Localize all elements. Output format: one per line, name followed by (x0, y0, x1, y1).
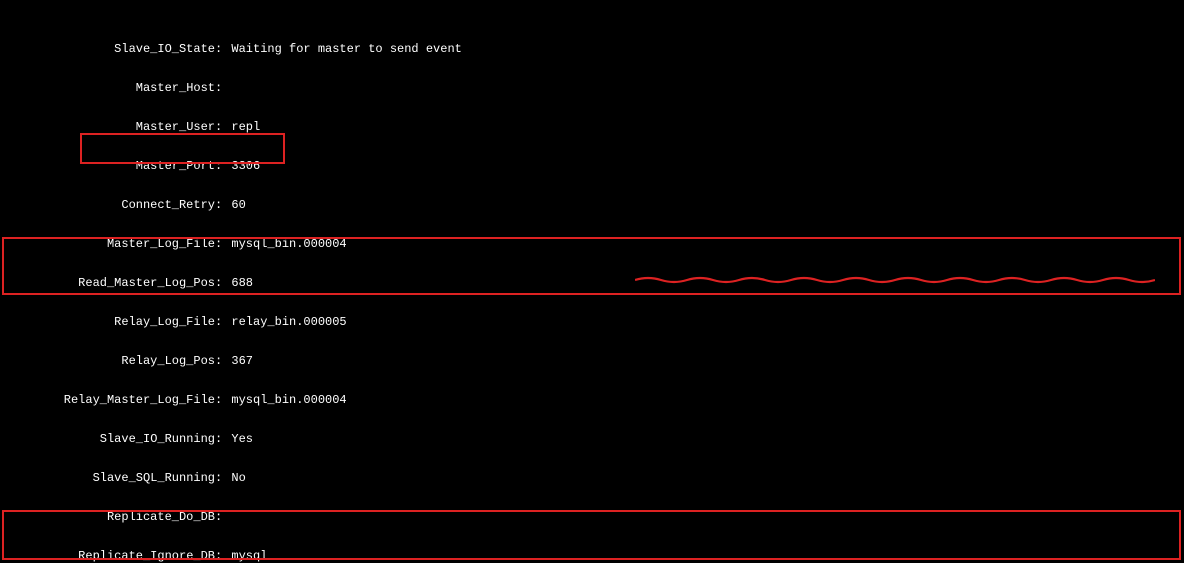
label-relay-master-log-file: Relay_Master_Log_File (0, 394, 215, 407)
value-read-master-log-pos: 688 (229, 277, 253, 290)
label-slave-io-state: Slave_IO_State (0, 43, 215, 56)
label-relay-log-pos: Relay_Log_Pos (0, 355, 215, 368)
label-slave-sql-running: Slave_SQL_Running (0, 472, 215, 485)
value-master-port: 3306 (229, 160, 260, 173)
label-master-log-file: Master_Log_File (0, 238, 215, 251)
label-master-port: Master_Port (0, 160, 215, 173)
label-slave-io-running: Slave_IO_Running (0, 433, 215, 446)
label-master-host: Master_Host (0, 82, 215, 95)
label-connect-retry: Connect_Retry (0, 199, 215, 212)
value-master-host (229, 82, 231, 95)
value-relay-log-pos: 367 (229, 355, 253, 368)
value-replicate-do-db (229, 511, 231, 524)
label-replicate-ignore-db: Replicate_Ignore_DB (0, 550, 215, 563)
value-replicate-ignore-db: mysql (229, 550, 267, 563)
value-connect-retry: 60 (229, 199, 245, 212)
value-slave-sql-running: No (229, 472, 245, 485)
value-slave-io-running: Yes (229, 433, 253, 446)
label-replicate-do-db: Replicate_Do_DB (0, 511, 215, 524)
label-relay-log-file: Relay_Log_File (0, 316, 215, 329)
value-relay-log-file: relay_bin.000005 (229, 316, 346, 329)
label-master-user: Master_User (0, 121, 215, 134)
value-relay-master-log-file: mysql_bin.000004 (229, 394, 346, 407)
terminal-output: Slave_IO_State: Waiting for master to se… (0, 0, 1184, 563)
value-master-log-file: mysql_bin.000004 (229, 238, 346, 251)
value-slave-io-state: Waiting for master to send event (229, 43, 461, 56)
label-read-master-log-pos: Read_Master_Log_Pos (0, 277, 215, 290)
value-master-user: repl (229, 121, 260, 134)
